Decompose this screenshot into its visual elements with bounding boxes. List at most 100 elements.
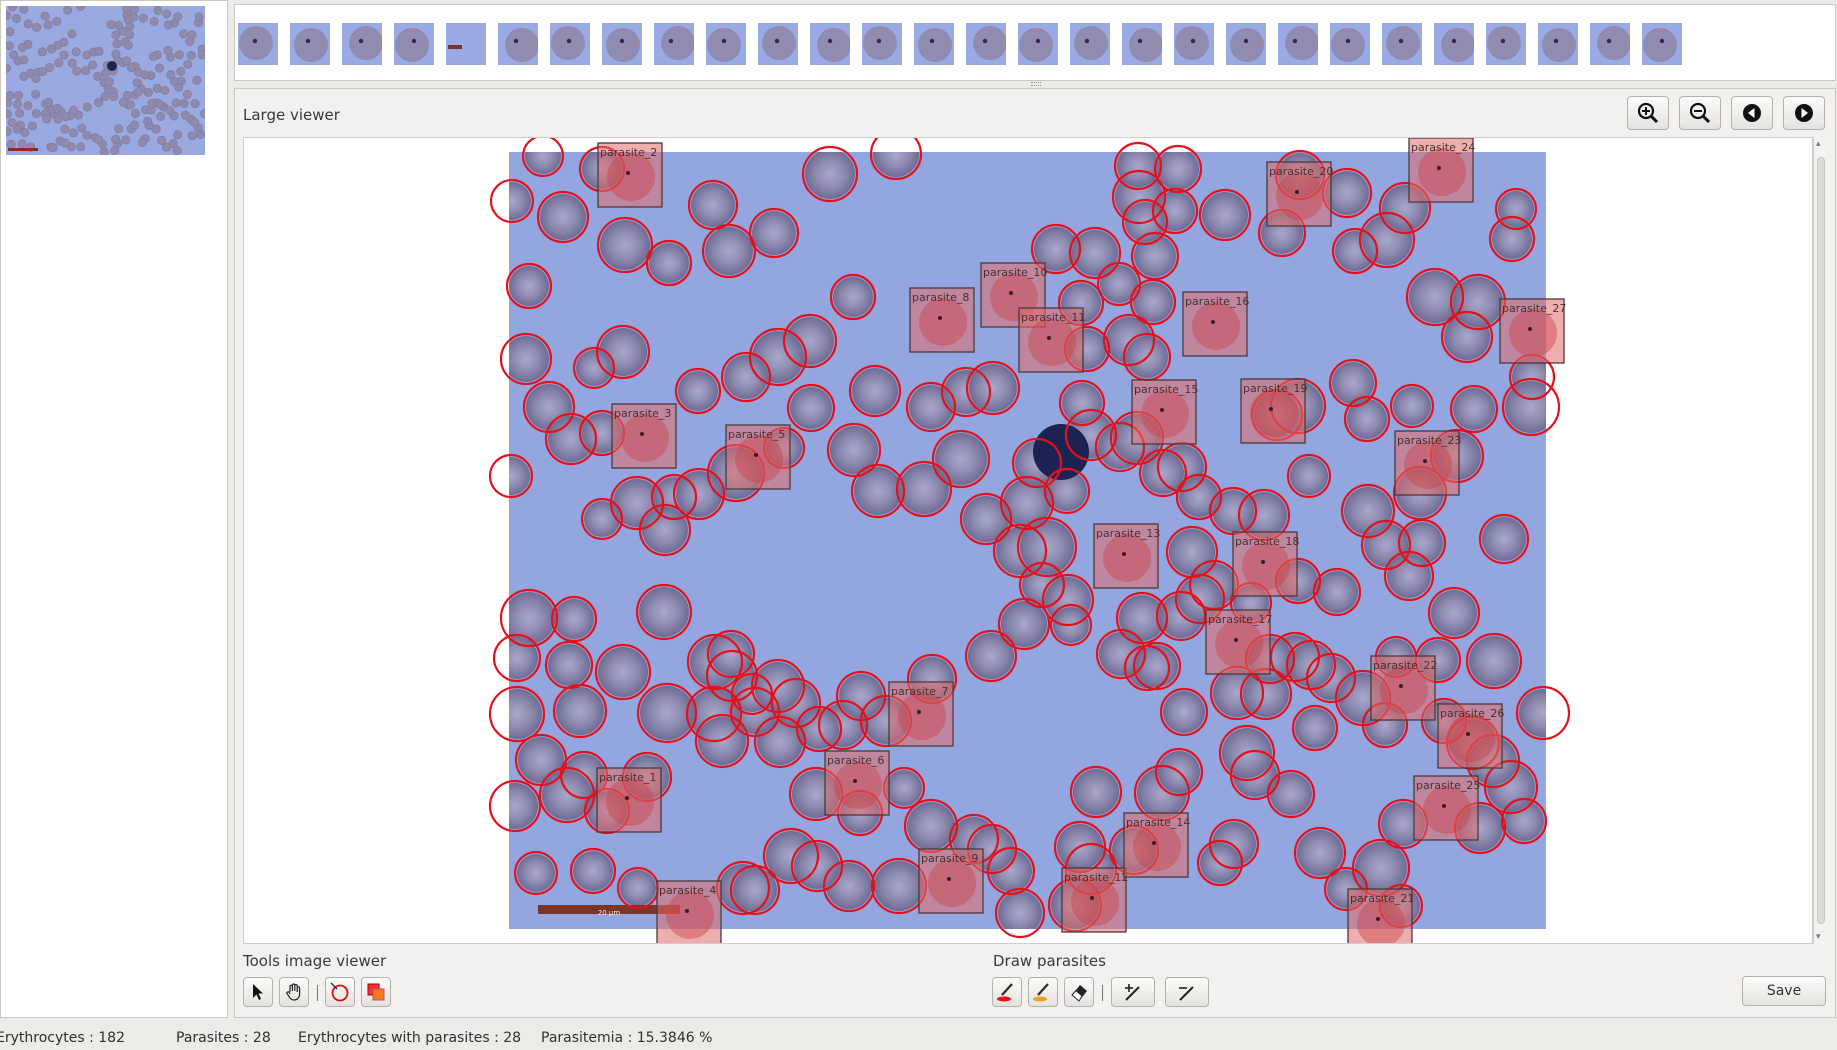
overview-panel (0, 0, 228, 1018)
parasite-thumbnail[interactable] (290, 23, 330, 65)
parasite-box[interactable]: parasite_23 (1394, 430, 1461, 496)
parasite-box[interactable]: parasite_1 (596, 767, 662, 833)
parasite-thumbnail[interactable] (446, 23, 486, 65)
parasite-label: parasite_18 (1235, 535, 1299, 548)
parasite-thumbnail[interactable] (1018, 23, 1058, 65)
select-tool-button[interactable] (243, 977, 273, 1007)
parasite-box[interactable]: parasite_4 (656, 880, 722, 943)
parasite-box[interactable]: parasite_15 (1131, 379, 1198, 445)
erythrocyte (554, 599, 594, 639)
parasite-thumbnail[interactable] (602, 23, 642, 65)
draw-circle-button[interactable] (325, 977, 355, 1007)
scrollbar-thumb[interactable] (1817, 157, 1825, 924)
scroll-up-icon[interactable]: ▴ (1816, 139, 1821, 149)
next-button[interactable] (1783, 96, 1825, 130)
red-marker-button[interactable] (992, 977, 1022, 1007)
parasite-box[interactable]: parasite_3 (611, 403, 677, 469)
eraser-button[interactable] (1064, 977, 1094, 1007)
parasite-box[interactable]: parasite_27 (1499, 298, 1566, 364)
pan-tool-button[interactable] (279, 977, 309, 1007)
remove-point-button[interactable] (1165, 977, 1209, 1007)
parasite-box[interactable]: parasite_18 (1232, 531, 1299, 597)
parasite-thumbnail[interactable] (706, 23, 746, 65)
parasite-box[interactable]: parasite_14 (1123, 812, 1190, 878)
parasite-thumbnail[interactable] (758, 23, 798, 65)
parasite-box[interactable]: parasite_5 (725, 424, 791, 490)
thumb-cell (112, 39, 122, 49)
erythrocyte (724, 355, 768, 399)
parasite-box[interactable]: parasite_17 (1205, 609, 1272, 675)
orange-marker-button[interactable] (1028, 977, 1058, 1007)
scroll-down-icon[interactable]: ▾ (1816, 932, 1821, 942)
thumb-cell (155, 63, 165, 73)
parasite-box[interactable]: parasite_26 (1437, 703, 1504, 769)
previous-button[interactable] (1731, 96, 1773, 130)
parasite-thumbnail[interactable] (498, 23, 539, 65)
thumb-cell (17, 42, 27, 52)
zoom-out-button[interactable] (1679, 96, 1721, 130)
thumb-cell (60, 124, 70, 134)
parasite-box[interactable]: parasite_11 (1018, 307, 1085, 373)
parasite-thumbnail[interactable] (1382, 23, 1422, 65)
parasite-box[interactable]: parasite_25 (1413, 775, 1480, 841)
zoom-in-button[interactable] (1627, 96, 1669, 130)
parasite-box[interactable]: parasite_19 (1240, 378, 1307, 444)
thumb-cell (68, 105, 78, 115)
overview-thumbnail[interactable] (6, 6, 205, 155)
parasite-label: parasite_6 (827, 754, 884, 767)
erythrocyte (968, 633, 1014, 679)
vertical-scrollbar[interactable]: ▴ ▾ (1813, 137, 1827, 944)
parasite-box[interactable]: parasite_20 (1266, 161, 1333, 227)
parasite-box[interactable]: parasite_13 (1093, 523, 1160, 589)
parasite-box[interactable]: parasite_22 (1370, 655, 1437, 721)
parasite-box[interactable]: parasite_7 (888, 681, 954, 747)
parasite-box[interactable]: parasite_9 (918, 848, 984, 914)
parasite-thumbnail[interactable] (1226, 23, 1266, 65)
parasite-thumbnail[interactable] (862, 23, 902, 65)
add-point-button[interactable] (1111, 977, 1155, 1007)
thumb-cell (31, 109, 41, 119)
parasite-thumbnail[interactable] (1486, 23, 1526, 65)
draw-rectangle-button[interactable] (361, 977, 391, 1007)
parasite-thumbnail[interactable] (654, 23, 695, 65)
parasite-thumbnail[interactable] (238, 23, 278, 65)
parasite-thumbnail[interactable] (1070, 23, 1110, 65)
image-viewport[interactable]: 20 µm parasite_1 parasite_2 parasite_3 para… (243, 137, 1813, 944)
parasite-thumbnail[interactable] (1590, 23, 1631, 65)
thumb-cell (179, 29, 189, 39)
parasite-box[interactable]: parasite_6 (824, 750, 890, 816)
parasite-box[interactable]: parasite_8 (909, 287, 975, 353)
parasite-box[interactable]: parasite_12 (1061, 867, 1128, 933)
parasite-thumbnail[interactable] (810, 23, 851, 65)
add-point-icon (1125, 984, 1140, 1001)
thumb-cell (153, 6, 163, 15)
splitter-handle[interactable] (1031, 82, 1041, 86)
parasite-thumbnail[interactable] (1330, 23, 1370, 65)
parasite-thumbnail[interactable] (394, 23, 434, 65)
erythrocyte (642, 507, 688, 553)
parasite-thumbnail[interactable] (342, 23, 383, 65)
parasite-box[interactable]: parasite_16 (1182, 291, 1249, 357)
parasite-thumbnail[interactable] (1174, 23, 1214, 65)
parasite-thumbnail[interactable] (1434, 23, 1475, 65)
thumb-cell (138, 13, 148, 23)
parasite-box[interactable]: parasite_2 (597, 142, 663, 208)
parasite-thumbnail[interactable] (1122, 23, 1163, 65)
parasite-thumbnail[interactable] (1642, 23, 1682, 65)
parasite-thumbnail[interactable] (914, 23, 954, 65)
erythrocyte (620, 870, 656, 906)
parasite-thumbnail[interactable] (966, 23, 1007, 65)
parasite-box[interactable]: parasite_21 (1347, 888, 1414, 943)
erythrocyte (790, 387, 832, 429)
erythrocyte (509, 783, 538, 829)
parasite-box[interactable]: parasite_24 (1408, 138, 1475, 203)
parasite-thumbnail[interactable] (1278, 23, 1319, 65)
thumb-cell (111, 49, 121, 59)
parasite-thumbnail[interactable] (550, 23, 590, 65)
erythrocyte (576, 350, 612, 386)
parasite-thumbnail[interactable] (1538, 23, 1578, 65)
thumb-cell (174, 82, 184, 92)
blood-smear-image[interactable]: 20 µm parasite_1parasite_2parasite_3para… (244, 138, 1812, 943)
save-button[interactable]: Save (1742, 976, 1826, 1006)
thumb-cell (114, 124, 124, 134)
